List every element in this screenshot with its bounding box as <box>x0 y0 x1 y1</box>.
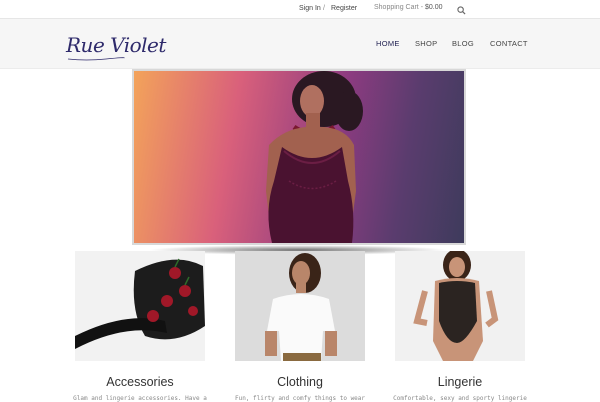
sleep-mask-illustration <box>75 251 205 361</box>
product-title-lingerie[interactable]: Lingerie <box>395 375 525 389</box>
cart-label: Shopping Cart - <box>374 4 425 11</box>
cart-amount: $0.00 <box>424 4 443 11</box>
logo-swash-decoration <box>67 57 125 61</box>
product-desc-lingerie: Comfortable, sexy and sporty lingerie <box>393 395 527 402</box>
product-title-accessories[interactable]: Accessories <box>75 375 205 389</box>
register-link[interactable]: Register <box>331 5 357 12</box>
tshirt-model-illustration <box>235 251 365 361</box>
top-utility-bar: Sign In / Register Shopping Cart - $0.00 <box>0 0 600 19</box>
product-desc-accessories: Glam and lingerie accessories. Have a <box>73 395 207 402</box>
hero-banner[interactable] <box>132 69 466 245</box>
product-title-clothing[interactable]: Clothing <box>235 375 365 389</box>
product-desc-clothing: Fun, flirty and comfy things to wear <box>234 395 366 402</box>
sign-in-link[interactable]: Sign In <box>299 5 321 12</box>
product-image-clothing[interactable] <box>235 251 365 361</box>
site-logo[interactable]: Rue Violet <box>66 30 166 60</box>
shopping-cart-link[interactable]: Shopping Cart - $0.00 <box>374 4 443 11</box>
nav-contact[interactable]: CONTACT <box>490 39 528 48</box>
nav-shop[interactable]: SHOP <box>415 39 437 48</box>
nav-home[interactable]: HOME <box>376 39 400 48</box>
hero-model-illustration <box>266 71 363 243</box>
search-icon[interactable] <box>457 6 466 15</box>
nav-blog[interactable]: BLOG <box>452 39 474 48</box>
separator: / <box>323 5 325 12</box>
product-image-lingerie[interactable] <box>395 251 525 361</box>
bodysuit-model-illustration <box>395 251 525 361</box>
product-image-accessories[interactable] <box>75 251 205 361</box>
site-header: Rue Violet HOME SHOP BLOG CONTACT <box>0 19 600 69</box>
